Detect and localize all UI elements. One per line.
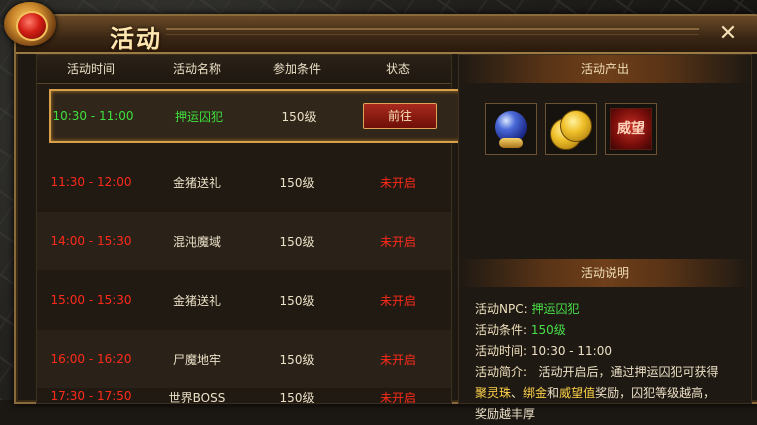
condition-label: 活动条件: (475, 323, 528, 337)
npc-value: 押运囚犯 (531, 302, 580, 316)
row-status: 未开启 (379, 391, 416, 403)
description-text: 活动NPC: 押运囚犯 活动条件: 150级 活动时间: 10:30 - 11:… (475, 299, 743, 425)
row-level: 150级 (279, 175, 315, 190)
title-ornament (166, 28, 699, 44)
row-status: 未开启 (379, 293, 416, 308)
row-name: 金猪送礼 (172, 175, 221, 190)
prestige-label: 威望 (610, 108, 652, 150)
activity-emblem-icon (0, 0, 68, 52)
window-title: 活动 (110, 24, 162, 53)
row-level: 150级 (279, 352, 315, 367)
header-name: 活动名称 (172, 62, 221, 76)
activity-window: 活动 ✕ 活动时间 活动名称 参加条件 状态 10:30 - 11:00 押运囚… (14, 14, 757, 421)
reward-items: 威望 (485, 103, 657, 155)
row-time: 10:30 - 11:00 (52, 109, 134, 123)
header-condition: 参加条件 (272, 62, 321, 76)
row-level: 150级 (279, 391, 315, 403)
row-name: 尸魔地牢 (172, 352, 221, 367)
gold-coins-icon[interactable] (545, 103, 597, 155)
header-status: 状态 (385, 62, 410, 76)
close-icon[interactable]: ✕ (715, 21, 741, 47)
row-level: 150级 (279, 234, 315, 249)
rewards-heading: 活动产出 (459, 55, 751, 83)
reward-name: 聚灵珠 (475, 386, 512, 400)
header-time: 活动时间 (66, 62, 115, 76)
table-row[interactable]: 10:30 - 11:00 押运囚犯 150级 前往 (49, 89, 463, 143)
intro-tail: 奖励越丰厚 (475, 407, 536, 421)
row-name: 混沌魔域 (172, 234, 221, 249)
row-time: 14:00 - 15:30 (50, 234, 132, 248)
reward-name: 绑金 (523, 386, 548, 400)
row-time: 15:00 - 15:30 (50, 293, 132, 307)
description-heading: 活动说明 (459, 259, 751, 287)
go-button[interactable]: 前往 (363, 103, 437, 129)
row-level: 150级 (279, 293, 315, 308)
intro-label: 活动简介: (475, 365, 528, 379)
row-status: 前往 (347, 103, 453, 129)
row-name: 押运囚犯 (174, 109, 223, 124)
row-time: 17:30 - 17:50 (50, 389, 132, 403)
time-label: 活动时间: (475, 344, 528, 358)
row-time: 11:30 - 12:00 (50, 175, 132, 189)
reward-name: 威望值 (559, 386, 596, 400)
time-value: 10:30 - 11:00 (530, 344, 612, 358)
table-header: 活动时间 活动名称 参加条件 状态 (37, 55, 451, 84)
row-status: 未开启 (379, 352, 416, 367)
npc-label: 活动NPC: (475, 302, 528, 316)
title-bar: 活动 ✕ (16, 16, 757, 54)
prestige-icon[interactable]: 威望 (605, 103, 657, 155)
info-panel: 活动产出 威望 活动说明 活动NPC: 押运囚犯 活动条件: 150级 活动时间… (458, 54, 752, 421)
separator: 、 (511, 386, 524, 400)
table-row[interactable]: 16:00 - 16:20 尸魔地牢 150级 未开启 (37, 330, 451, 388)
row-name: 金猪送礼 (172, 293, 221, 308)
table-row[interactable]: 15:00 - 15:30 金猪送礼 150级 未开启 (37, 271, 451, 329)
row-time: 16:00 - 16:20 (50, 352, 132, 366)
table-row[interactable]: 14:00 - 15:30 混沌魔域 150级 未开启 (37, 212, 451, 270)
table-row[interactable]: 11:30 - 12:00 金猪送礼 150级 未开启 (37, 153, 451, 211)
conjunction: 和 (547, 386, 560, 400)
intro-text: 活动开启后，通过押运囚犯可获得 (538, 365, 719, 379)
condition-value: 150级 (530, 323, 566, 337)
spirit-orb-icon[interactable] (485, 103, 537, 155)
row-level: 150级 (281, 109, 317, 124)
row-name: 世界BOSS (168, 391, 226, 403)
row-status: 未开启 (379, 234, 416, 249)
intro-rest: 奖励，囚犯等级越高， (595, 386, 716, 400)
table-row[interactable]: 17:30 - 17:50 世界BOSS 150级 未开启 (37, 389, 451, 403)
row-status: 未开启 (379, 175, 416, 190)
activity-table: 活动时间 活动名称 参加条件 状态 10:30 - 11:00 押运囚犯 150… (36, 54, 463, 404)
